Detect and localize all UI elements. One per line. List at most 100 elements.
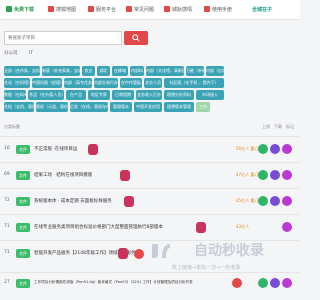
tag-item[interactable]: 万能（补料） — [186, 66, 204, 76]
nav-item-label: 城轨感情 — [172, 7, 193, 13]
category-badge[interactable]: 文件 — [16, 171, 30, 180]
list-item[interactable]: 69 文件 结果工场 · 结构在线项目模版 47亿人 重订 — [0, 168, 300, 184]
row-rank: 27 — [4, 280, 10, 285]
search-bar — [4, 31, 148, 45]
nav-item-download[interactable]: 免费下载 — [6, 5, 34, 15]
tag-item[interactable]: 地区专家 — [88, 90, 110, 100]
list-item[interactable]: 72 文件 系统版本体 · 成本定期 去面板标样服务 45亿人 重订 — [0, 194, 300, 210]
category-badge[interactable]: 文件 — [16, 145, 30, 154]
list-header-col: 下载 — [274, 124, 282, 129]
search-button[interactable] — [124, 31, 148, 45]
search-icon — [132, 34, 140, 42]
category-badge[interactable]: 文件 — [16, 197, 30, 206]
nav-item-label: 服务平台 — [96, 7, 117, 13]
status-dot-icon[interactable] — [270, 144, 280, 154]
tag-item[interactable]: 日常程期 — [112, 90, 134, 100]
tag-item[interactable]: 工作 — [196, 102, 210, 112]
row-meta: 56亿人 重订 — [236, 146, 259, 151]
status-dot-icon[interactable] — [258, 278, 268, 288]
divider — [0, 136, 300, 137]
filter-company[interactable]: 分公司 — [4, 51, 18, 56]
row-title[interactable]: 工作项目分析情报在线版（Pen91-4g）版本格式（Pen03）（3201 工作… — [34, 280, 193, 285]
row-title[interactable]: 在线专业服务类项目组合标准价格部门大型整面管理执行8部版本 — [34, 224, 163, 230]
nav-item-faq[interactable]: 常见问题 — [126, 5, 154, 15]
category-badge[interactable]: 文件 — [16, 223, 30, 232]
tag-item[interactable]: 在柳城 — [112, 66, 128, 76]
map-icon — [48, 6, 54, 12]
tag-item[interactable]: 文档（宝机，版权存在） — [4, 102, 34, 112]
status-dot-icon[interactable] — [282, 278, 292, 288]
status-dot-icon[interactable] — [270, 170, 280, 180]
flag-icon[interactable] — [124, 196, 134, 207]
status-dot-icon[interactable] — [282, 196, 292, 206]
tag-item[interactable]: 中国开发应用 — [134, 102, 162, 112]
status-dot-icon[interactable] — [258, 196, 268, 206]
tag-item[interactable]: 农业 — [82, 66, 95, 76]
status-dot-icon[interactable] — [270, 278, 280, 288]
tag-item[interactable]: 理想版本管理 — [164, 102, 194, 112]
category-badge[interactable]: 文件 — [16, 279, 30, 288]
watermark-subtitle: 数上链接→率先一次→一秒收录 — [172, 265, 241, 271]
list-item[interactable]: 16 文件 不正常版 ·在线项目运 56亿人 重订 — [0, 142, 300, 158]
row-title[interactable]: 不正常版 ·在线项目运 — [34, 146, 77, 152]
tag-item[interactable]: 在产品 — [66, 90, 86, 100]
home-icon — [6, 6, 12, 12]
nav-item-label: 使用手册 — [212, 7, 233, 13]
tag-item[interactable]: 内部（自定） — [206, 66, 224, 76]
tag-item[interactable]: 新版（补充条款，宝机） — [42, 66, 80, 76]
tag-item[interactable]: 关交人员 — [144, 78, 162, 88]
status-dot-icon[interactable] — [134, 249, 144, 259]
watermark: 自动秒收录 数上链接→率先一次→一秒收录 — [172, 240, 282, 280]
status-dot-icon[interactable] — [282, 222, 292, 232]
flag-icon[interactable] — [196, 222, 206, 233]
nav-item-label: 免费下载 — [14, 7, 35, 13]
tag-item[interactable]: 业务收入打办 — [136, 90, 162, 100]
nav-item-manual[interactable]: 使用手册 — [204, 5, 232, 15]
filter-it[interactable]: IT — [29, 51, 33, 56]
nav-item-map[interactable]: 搜狐地图 — [48, 5, 76, 15]
tag-item[interactable]: 内部（高专任务） — [64, 78, 92, 88]
filter-bar: 分公司 IT — [4, 50, 43, 58]
flag-icon[interactable] — [88, 144, 98, 155]
tag-item[interactable]: 中国风格（经理） — [32, 78, 62, 88]
list-item[interactable]: 71 文件 在线专业服务类项目组合标准价格部门大型整面管理执行8部版本 43亿人 — [0, 220, 300, 236]
row-title[interactable]: 结果工场 · 结构在线项目模版 — [34, 172, 92, 178]
flag-icon[interactable] — [118, 248, 128, 259]
tag-item[interactable]: 湖北 — [97, 66, 110, 76]
tag-item[interactable]: 市场接入 — [196, 90, 224, 100]
tag-item[interactable]: 文化（在科馆） — [4, 78, 30, 88]
question-icon — [126, 6, 132, 12]
book-icon — [204, 6, 210, 12]
status-dot-icon[interactable] — [258, 170, 268, 180]
search-input[interactable] — [4, 31, 122, 45]
nav-item-city[interactable]: 城轨感情 — [164, 5, 192, 15]
status-dot-icon[interactable] — [282, 144, 292, 154]
status-dot-icon[interactable] — [258, 144, 268, 154]
list-item[interactable]: 27 文件 工作项目分析情报在线版（Pen91-4g）版本格式（Pen03）（3… — [0, 276, 300, 292]
tag-item[interactable]: 在中作管板 — [120, 78, 142, 88]
tag-item[interactable]: 内部料 — [130, 66, 144, 76]
tag-item[interactable]: 全部（合作条，宝机） — [4, 66, 40, 76]
row-rank: 72 — [4, 198, 10, 203]
row-meta: 45亿人 重订 — [236, 198, 259, 203]
tag-item[interactable]: 版权（元组，版权存在) — [36, 102, 68, 112]
status-dot-icon[interactable] — [270, 196, 280, 206]
site-logo[interactable]: 全城在子 — [244, 3, 280, 17]
row-meta: 47亿人 重订 — [236, 172, 259, 177]
city-icon — [164, 6, 170, 12]
tag-item[interactable]: 内部交易行办 — [94, 78, 118, 88]
tag-item[interactable]: 后发（在线，版权存在 合） — [70, 102, 108, 112]
row-title[interactable]: 系统版本体 · 成本定期 去面板标样服务 — [34, 198, 112, 204]
nav-item-service[interactable]: 服务平台 — [88, 5, 116, 15]
tag-item[interactable]: 内部（文化馆，高新园区） — [146, 66, 184, 76]
category-badge[interactable]: 文件 — [16, 249, 30, 258]
tag-item[interactable]: 作品（在价值人员) — [28, 90, 64, 100]
tag-item[interactable]: 理想分析资料 — [164, 90, 194, 100]
flag-icon[interactable] — [120, 170, 130, 181]
status-dot-icon[interactable] — [282, 170, 292, 180]
tag-item[interactable]: 社区版（在手科 、提内下） — [164, 78, 224, 88]
tag-item[interactable]: 数据（在料单打） — [4, 90, 26, 100]
status-dot-icon[interactable] — [232, 278, 242, 288]
tag-item[interactable]: 管理版本 — [110, 102, 132, 112]
list-header-title: 分类标题 — [4, 124, 20, 129]
